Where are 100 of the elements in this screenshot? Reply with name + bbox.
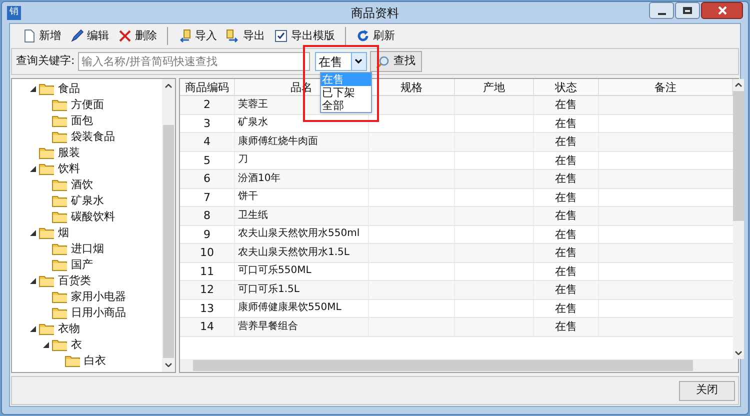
table-cell: 8 (180, 207, 235, 224)
table-cell: 在售 (534, 207, 599, 224)
folder-icon (52, 339, 68, 351)
table-cell: 在售 (534, 262, 599, 280)
table-cell: 在售 (534, 114, 599, 132)
tree-item[interactable]: 日用小商品 (71, 304, 126, 322)
table-cell: 康师傅红烧牛肉面 (238, 134, 318, 149)
toolbar-button[interactable]: 删除 (114, 26, 161, 46)
table-cell: 10 (180, 244, 235, 262)
tree-item[interactable]: 服装 (58, 144, 80, 162)
checkbox-icon (274, 29, 288, 43)
import-icon (178, 29, 192, 43)
table-cell: 在售 (534, 152, 599, 169)
tree-item[interactable]: 进口烟 (71, 240, 104, 258)
table-cell: 在售 (534, 244, 599, 262)
window-title: 商品资料 (351, 4, 399, 22)
expanded-triangle-icon[interactable] (30, 230, 36, 236)
folder-icon (39, 83, 55, 95)
table-cell: 12 (180, 281, 235, 298)
tree-item[interactable]: 国产 (71, 256, 93, 274)
table-cell: 在售 (534, 226, 599, 243)
minimize-button[interactable] (649, 2, 674, 19)
folder-icon (52, 259, 68, 271)
tree-item[interactable]: 百货类 (58, 272, 91, 290)
tree-item[interactable]: 袋装食品 (71, 128, 115, 146)
column-header[interactable]: 产地 (455, 79, 534, 95)
chevron-down-icon (355, 59, 362, 64)
expanded-triangle-icon[interactable] (30, 166, 36, 172)
table-cell: 在售 (534, 170, 599, 188)
expanded-triangle-icon[interactable] (30, 326, 36, 332)
tree-item[interactable]: 面包 (71, 112, 93, 130)
tree-item[interactable]: 饮料 (58, 160, 80, 178)
folder-icon (52, 195, 68, 207)
table-cell: 4 (180, 133, 235, 150)
tree-item[interactable]: 衣 (71, 336, 82, 354)
folder-icon (52, 243, 68, 255)
table-cell: 可口可乐1.5L (238, 282, 300, 297)
tree-item[interactable]: 酒饮 (71, 176, 93, 194)
tree-item[interactable]: 烟 (58, 224, 69, 242)
tree-item[interactable]: 食品 (58, 80, 80, 98)
magnifier-icon (376, 54, 390, 68)
tree-item[interactable]: 衣物 (58, 320, 80, 338)
toolbar-button[interactable]: 导出模版 (270, 26, 339, 46)
vertical-scrollbar[interactable] (162, 79, 175, 372)
expanded-triangle-icon[interactable] (30, 278, 36, 284)
table-cell: 农夫山泉天然饮用水1.5L (238, 246, 350, 260)
table-cell: 3 (180, 114, 235, 132)
status-dropdown[interactable]: 在售 (314, 52, 367, 71)
tree-item[interactable]: 白衣 (84, 352, 106, 370)
folder-icon (65, 355, 81, 367)
column-header[interactable]: 商品编码 (180, 79, 235, 95)
table-cell: 11 (180, 262, 235, 280)
table-cell: 汾酒10年 (238, 172, 281, 186)
table-cell: 13 (180, 300, 235, 317)
tree-item[interactable]: 方便面 (71, 96, 104, 114)
expanded-triangle-icon[interactable] (30, 86, 36, 92)
table-cell: 2 (180, 96, 235, 114)
folder-icon (52, 291, 68, 303)
folder-icon (39, 275, 55, 287)
table-cell: 9 (180, 226, 235, 243)
folder-icon (52, 99, 68, 111)
close-button[interactable] (701, 2, 743, 19)
toolbar-button[interactable]: 导出 (222, 26, 269, 46)
folder-icon (39, 147, 55, 159)
folder-icon (39, 227, 55, 239)
folder-icon (39, 163, 55, 175)
close-icon (118, 29, 132, 43)
table-cell: 芙蓉王 (238, 98, 268, 112)
table-cell: 在售 (534, 300, 599, 317)
vertical-scrollbar[interactable] (733, 79, 744, 359)
find-button[interactable]: 查找 (370, 51, 422, 72)
folder-icon (52, 179, 68, 191)
toolbar-button[interactable]: 导入 (174, 26, 221, 46)
expanded-triangle-icon[interactable] (42, 342, 48, 348)
close-icon (718, 6, 726, 15)
export-icon (226, 29, 240, 43)
app-icon: 销 (7, 6, 21, 20)
document-icon (22, 29, 36, 43)
table-cell: 康师傅健康果饮550ML (238, 301, 342, 316)
table-cell: 可口可乐550ML (238, 264, 312, 278)
tree-item[interactable]: 家用小电器 (71, 288, 126, 306)
close-dialog-button[interactable]: 关闭 (679, 380, 735, 400)
table-cell: 14 (180, 318, 235, 336)
table-cell: 在售 (534, 133, 599, 150)
toolbar-button[interactable]: 编辑 (66, 26, 113, 46)
table-cell: 卫生纸 (238, 208, 268, 223)
table-cell: 在售 (534, 281, 599, 298)
toolbar-button[interactable]: 新增 (18, 26, 65, 46)
dropdown-option[interactable]: 全部 (321, 99, 371, 112)
search-field[interactable]: 输入名称/拼音简码快速查找 (78, 52, 310, 71)
folder-icon (52, 115, 68, 127)
refresh-icon (356, 29, 370, 43)
column-header[interactable]: 状态 (534, 79, 599, 95)
folder-icon (52, 307, 68, 319)
maximize-button[interactable] (675, 2, 700, 19)
toolbar-button[interactable]: 刷新 (352, 26, 399, 46)
table-cell: 饼干 (238, 190, 258, 204)
horizontal-scrollbar[interactable] (180, 359, 738, 372)
tree-item[interactable]: 矿泉水 (71, 192, 104, 210)
tree-item[interactable]: 碳酸饮料 (71, 208, 115, 226)
